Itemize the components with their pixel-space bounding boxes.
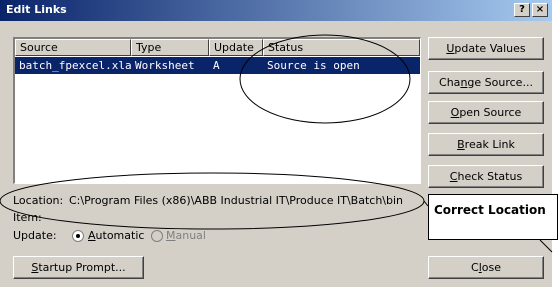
column-header-source[interactable]: Source xyxy=(15,39,131,56)
manual-radio xyxy=(151,230,163,242)
manual-radio-label: Manual xyxy=(166,229,206,242)
column-header-update[interactable]: Update xyxy=(209,39,263,56)
startup-prompt-label-post: tartup Prompt... xyxy=(38,261,126,274)
location-label: Location: xyxy=(13,194,64,207)
title-bar: Edit Links ? × xyxy=(0,0,552,21)
break-link-accelerator: B xyxy=(457,138,465,151)
location-value: C:\Program Files (x86)\ABB Industrial IT… xyxy=(69,194,404,207)
item-label: Item: xyxy=(13,211,42,224)
column-header-type[interactable]: Type xyxy=(131,39,209,56)
check-status-button[interactable]: Check Status xyxy=(428,165,544,188)
update-values-label-post: pdate Values xyxy=(454,42,526,55)
close-label-pre: C xyxy=(471,261,479,274)
radio-selected-dot xyxy=(76,234,80,238)
break-link-label-post: reak Link xyxy=(464,138,515,151)
change-source-label-post: ge Source... xyxy=(467,76,533,89)
cell-source: batch_fpexcel.xla xyxy=(19,59,132,72)
close-button[interactable]: Close xyxy=(428,256,544,279)
annotation-text: Correct Location xyxy=(434,203,546,217)
automatic-radio-label[interactable]: Automatic xyxy=(88,229,144,242)
annotation-callout: Correct Location xyxy=(428,194,558,240)
automatic-accelerator: A xyxy=(88,229,96,242)
list-item[interactable]: batch_fpexcel.xla Worksheet A Source is … xyxy=(15,57,420,74)
automatic-label-post: utomatic xyxy=(95,229,145,242)
change-source-button[interactable]: Change Source... xyxy=(428,71,544,94)
cell-update: A xyxy=(213,59,220,72)
close-label-post: ose xyxy=(481,261,501,274)
change-source-label-pre: Cha xyxy=(439,76,461,89)
help-icon[interactable]: ? xyxy=(514,3,530,17)
open-source-label-post: pen Source xyxy=(459,106,522,119)
links-list[interactable]: Source Type Update Status batch_fpexcel.… xyxy=(13,37,421,184)
break-link-button[interactable]: Break Link xyxy=(428,133,544,156)
close-icon[interactable]: × xyxy=(532,3,548,17)
column-header-status[interactable]: Status xyxy=(263,39,420,56)
window-title: Edit Links xyxy=(6,3,67,16)
list-header: Source Type Update Status xyxy=(15,39,420,56)
cell-type: Worksheet xyxy=(135,59,195,72)
startup-prompt-button[interactable]: Startup Prompt... xyxy=(13,256,144,279)
update-values-button[interactable]: Update Values xyxy=(428,37,544,60)
open-source-button[interactable]: Open Source xyxy=(428,101,544,124)
manual-label-post: anual xyxy=(175,229,206,242)
manual-accelerator: M xyxy=(166,229,176,242)
check-status-label-post: heck Status xyxy=(457,170,523,183)
automatic-radio[interactable] xyxy=(72,230,84,242)
cell-status: Source is open xyxy=(267,59,360,72)
edit-links-dialog: Edit Links ? × Source Type Update Status… xyxy=(0,0,552,287)
update-mode-label: Update: xyxy=(13,229,57,242)
